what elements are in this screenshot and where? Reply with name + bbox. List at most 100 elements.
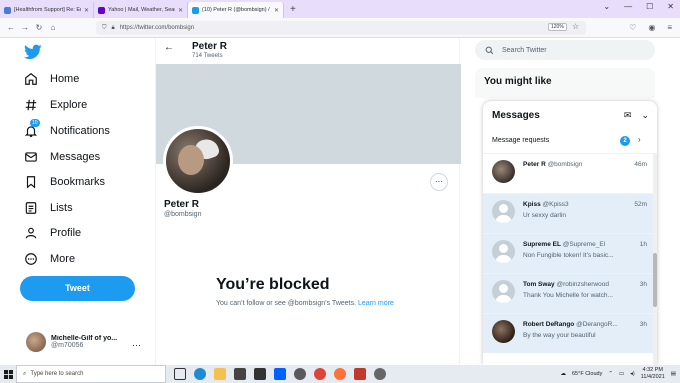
browser-toolbar: ♡ ◉ ≡: [629, 23, 672, 32]
taskbar-apps: [174, 368, 386, 380]
bookmark-icon: [26, 176, 36, 189]
account-icon[interactable]: ◉: [648, 23, 655, 32]
close-tab-icon[interactable]: ✕: [274, 7, 279, 14]
profile-more-button[interactable]: ···: [430, 173, 448, 191]
sidebar-item-profile[interactable]: Profile: [24, 226, 81, 240]
avatar: [26, 332, 46, 352]
sidebar-item-messages[interactable]: Messages: [24, 150, 100, 164]
page-title: Peter R: [192, 41, 228, 52]
maximize-icon[interactable]: ☐: [646, 2, 653, 11]
forward-arrow-icon[interactable]: →: [18, 23, 32, 32]
conversation-row[interactable]: Supreme EL @Supreme_El 1h Non Fungible t…: [483, 233, 657, 273]
windows-start-icon[interactable]: [0, 365, 16, 383]
right-sidebar: Search Twitter You might like Messages ✉…: [470, 38, 680, 365]
conversation-row[interactable]: Peter R @bombsign 46m: [483, 153, 657, 193]
sidebar-item-explore[interactable]: Explore: [24, 98, 87, 112]
conversation-time: 46m: [634, 161, 647, 168]
message-requests-count: 2: [620, 136, 630, 146]
taskbar-clock[interactable]: 4:32 PM 11/4/2021: [641, 367, 665, 381]
new-tab-button[interactable]: +: [284, 2, 302, 18]
notifications-icon[interactable]: ▤: [671, 371, 676, 377]
tab-favicon-icon: [4, 6, 11, 14]
conversation-row[interactable]: Robert DeRango @DerangoR... 3h By the wa…: [483, 313, 657, 353]
chevron-right-icon[interactable]: ›: [638, 135, 641, 144]
message-requests-label[interactable]: Message requests: [492, 137, 549, 144]
browser-tab[interactable]: [Healthfrom Support] Re: Email... ✕: [0, 2, 94, 18]
close-tab-icon[interactable]: ✕: [84, 7, 89, 14]
tweet-button[interactable]: Tweet: [20, 276, 135, 301]
mail-icon: [25, 152, 37, 162]
conversation-time: 1h: [639, 241, 647, 248]
zoom-level[interactable]: 120%: [548, 23, 567, 31]
tray-up-icon[interactable]: ⌃: [608, 371, 613, 377]
app-icon[interactable]: [374, 368, 386, 380]
taskbar-search-input[interactable]: ⌕ Type here to search: [16, 365, 166, 383]
volume-icon[interactable]: ◂): [630, 371, 635, 377]
app-icon[interactable]: [354, 368, 366, 380]
sidebar-item-more[interactable]: More: [24, 252, 75, 266]
chrome-icon[interactable]: [314, 368, 326, 380]
minimize-icon[interactable]: —: [624, 2, 632, 11]
home-icon[interactable]: ⌂: [46, 23, 60, 32]
edge-icon[interactable]: [194, 368, 206, 380]
sidebar-item-lists[interactable]: Lists: [24, 201, 73, 215]
conversation-name: Robert DeRango: [523, 321, 575, 328]
clock-time: 4:32 PM: [642, 367, 663, 373]
sidebar-item-home[interactable]: Home: [24, 72, 79, 86]
weather-icon[interactable]: ☁: [561, 371, 567, 377]
menu-icon[interactable]: ≡: [667, 23, 672, 32]
notification-badge: 10: [30, 119, 40, 127]
conversation-name: Peter R: [523, 161, 546, 168]
pocket-icon[interactable]: ♡: [629, 23, 636, 32]
browser-tab-bar: [Healthfrom Support] Re: Email... ✕ Yaho…: [0, 0, 680, 18]
sidebar-item-notifications[interactable]: 10 Notifications: [24, 119, 110, 138]
you-might-like-heading: You might like: [484, 76, 552, 87]
close-tab-icon[interactable]: ✕: [178, 7, 183, 14]
search-icon: ⌕: [23, 370, 27, 377]
url-bar[interactable]: ⛉ 🔒︎ https://twitter.com/bombsign: [96, 21, 586, 35]
back-arrow-icon[interactable]: ←: [164, 42, 174, 53]
weather-text[interactable]: 65°F Cloudy: [572, 371, 602, 377]
chevron-down-icon[interactable]: ⌄: [641, 110, 649, 121]
twitter-logo-icon[interactable]: [24, 44, 42, 60]
search-input[interactable]: Search Twitter: [475, 40, 655, 60]
account-switcher[interactable]: Michelle-Gilf of yo... @m70056: [26, 332, 129, 352]
learn-more-link[interactable]: Learn more: [358, 300, 394, 307]
avatar: [492, 320, 515, 343]
list-icon: [25, 202, 37, 214]
conversation-time: 52m: [634, 201, 647, 208]
browser-tab-active[interactable]: (10) Peter R (@bombsign) / Tw... ✕: [188, 2, 284, 18]
windows-taskbar: ⌕ Type here to search ☁ 65°F Cloudy ⌃ ▭ …: [0, 365, 680, 383]
task-view-icon[interactable]: [174, 368, 186, 380]
sidebar-item-bookmarks[interactable]: Bookmarks: [24, 175, 105, 189]
browser-tab[interactable]: Yahoo | Mail, Weather, Search... ✕: [94, 2, 188, 18]
account-more-icon[interactable]: ···: [132, 340, 141, 350]
app-icon[interactable]: [294, 368, 306, 380]
messages-scrollbar[interactable]: [653, 153, 657, 365]
messages-drawer: Messages ✉ ⌄ Message requests 2 › Peter …: [483, 101, 657, 365]
system-tray: ☁ 65°F Cloudy ⌃ ▭ ◂) 4:32 PM 11/4/2021 ▤: [561, 367, 677, 381]
profile-avatar[interactable]: [163, 126, 233, 196]
firefox-icon[interactable]: [334, 368, 346, 380]
dropbox-icon[interactable]: [274, 368, 286, 380]
scrollbar-thumb[interactable]: [653, 253, 657, 307]
close-window-icon[interactable]: ✕: [667, 2, 674, 11]
conversation-preview: Thank You Michelle for watch...: [523, 292, 613, 299]
messages-title[interactable]: Messages: [492, 110, 540, 121]
blocked-text: You can’t follow or see @bombsign’s Twee…: [216, 300, 357, 307]
clock-date: 11/4/2021: [640, 374, 665, 380]
new-message-icon[interactable]: ✉: [624, 110, 632, 121]
store-icon[interactable]: [234, 368, 246, 380]
conversation-row[interactable]: Kpiss @Kpiss3 52m Ur sexxy darlin: [483, 193, 657, 233]
bookmark-star-icon[interactable]: ☆: [572, 22, 579, 31]
reload-icon[interactable]: ↻: [32, 23, 46, 32]
network-icon[interactable]: ▭: [619, 371, 624, 377]
conversation-row[interactable]: Tom Sway @robinzsherwood 3h Thank You Mi…: [483, 273, 657, 313]
chevron-down-icon[interactable]: ⌄: [603, 2, 610, 11]
search-placeholder: Search Twitter: [502, 46, 547, 54]
app-icon[interactable]: [254, 368, 266, 380]
folder-icon[interactable]: [214, 368, 226, 380]
tab-favicon-icon: [98, 6, 105, 14]
back-arrow-icon[interactable]: ←: [4, 23, 18, 32]
shield-icon: ⛉: [102, 24, 107, 31]
